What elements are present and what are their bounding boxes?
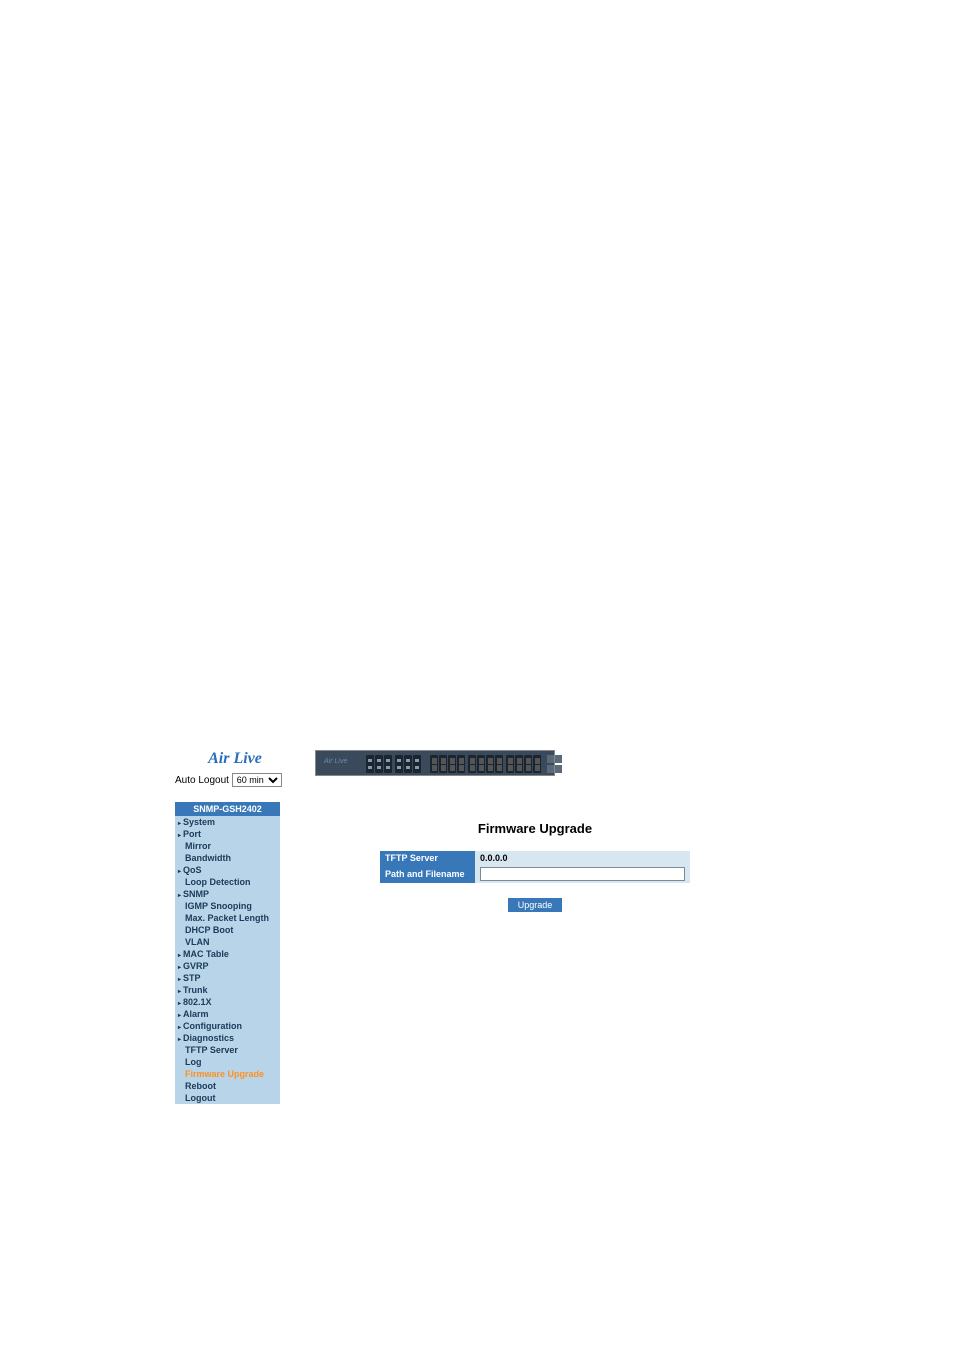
port-jack: [477, 755, 485, 773]
switch-brand-label: Air Live: [324, 758, 347, 765]
nav-log[interactable]: Log: [175, 1056, 280, 1068]
nav-logout[interactable]: Logout: [175, 1092, 280, 1104]
nav-tftp-server[interactable]: TFTP Server: [175, 1044, 280, 1056]
port-led-block: [384, 755, 392, 773]
port-jack: [468, 755, 476, 773]
port-jack: [439, 755, 447, 773]
port-led-block: [375, 755, 383, 773]
page-title: Firmware Upgrade: [315, 821, 755, 836]
logo: Air Live: [175, 750, 295, 768]
port-led-block: [366, 755, 374, 773]
switch-ports: [366, 755, 562, 773]
firmware-form-table: TFTP Server 0.0.0.0 Path and Filename: [380, 851, 690, 883]
nav-trunk[interactable]: Trunk: [175, 984, 280, 996]
tftp-server-label: TFTP Server: [380, 851, 475, 865]
nav-qos[interactable]: QoS: [175, 864, 280, 876]
port-jack: [430, 755, 438, 773]
sfp-group: [547, 755, 562, 773]
nav-header: SNMP-GSH2402: [175, 802, 280, 816]
port-led-block: [404, 755, 412, 773]
nav-mac-table[interactable]: MAC Table: [175, 948, 280, 960]
switch-diagram: Air Live: [315, 750, 555, 776]
port-jack: [448, 755, 456, 773]
nav-diagnostics[interactable]: Diagnostics: [175, 1032, 280, 1044]
port-jack: [533, 755, 541, 773]
port-jack: [515, 755, 523, 773]
port-jack: [506, 755, 514, 773]
port-jack: [486, 755, 494, 773]
nav-dhcp-boot[interactable]: DHCP Boot: [175, 924, 280, 936]
nav-snmp[interactable]: SNMP: [175, 888, 280, 900]
nav-system[interactable]: System: [175, 816, 280, 828]
nav-stp[interactable]: STP: [175, 972, 280, 984]
nav-configuration[interactable]: Configuration: [175, 1020, 280, 1032]
nav-alarm[interactable]: Alarm: [175, 1008, 280, 1020]
nav-port[interactable]: Port: [175, 828, 280, 840]
path-filename-input[interactable]: [480, 867, 685, 881]
sidebar-nav: SNMP-GSH2402 System Port Mirror Bandwidt…: [175, 802, 280, 1104]
nav-vlan[interactable]: VLAN: [175, 936, 280, 948]
nav-loop-detection[interactable]: Loop Detection: [175, 876, 280, 888]
nav-bandwidth[interactable]: Bandwidth: [175, 852, 280, 864]
nav-mirror[interactable]: Mirror: [175, 840, 280, 852]
nav-reboot[interactable]: Reboot: [175, 1080, 280, 1092]
upgrade-button[interactable]: Upgrade: [508, 898, 563, 912]
path-filename-label: Path and Filename: [380, 865, 475, 883]
nav-8021x[interactable]: 802.1X: [175, 996, 280, 1008]
auto-logout-select[interactable]: 60 min: [232, 773, 282, 787]
tftp-server-value: 0.0.0.0: [475, 851, 690, 865]
port-jack: [457, 755, 465, 773]
nav-max-packet-length[interactable]: Max. Packet Length: [175, 912, 280, 924]
logo-brand: Air Live: [175, 750, 295, 768]
port-jack: [495, 755, 503, 773]
port-jack: [524, 755, 532, 773]
nav-firmware-upgrade[interactable]: Firmware Upgrade: [175, 1068, 280, 1080]
port-led-block: [395, 755, 403, 773]
auto-logout-label: Auto Logout: [175, 775, 229, 786]
nav-gvrp[interactable]: GVRP: [175, 960, 280, 972]
nav-igmp-snooping[interactable]: IGMP Snooping: [175, 900, 280, 912]
port-led-block: [413, 755, 421, 773]
auto-logout-row: Auto Logout 60 min: [175, 773, 295, 787]
